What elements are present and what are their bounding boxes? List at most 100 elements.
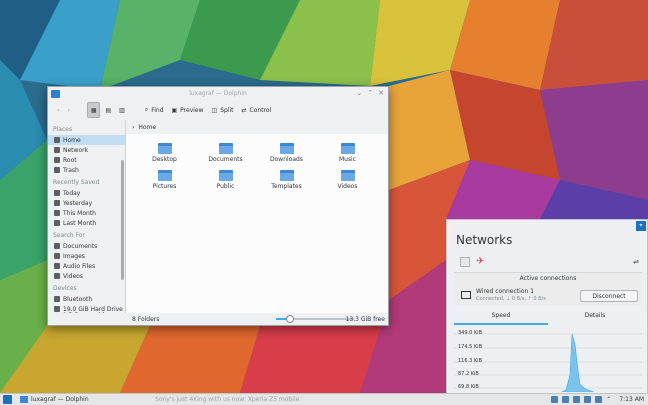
folder-item[interactable]: Downloads bbox=[256, 142, 317, 163]
details-view-button[interactable]: ▥ bbox=[116, 102, 128, 118]
place-icon bbox=[54, 243, 60, 249]
connection-tabs: Speed Details bbox=[454, 312, 642, 325]
places-item[interactable]: Home bbox=[48, 135, 125, 145]
back-button[interactable]: ‹ bbox=[54, 102, 62, 118]
compact-view-icon: ▤ bbox=[105, 106, 112, 114]
places-item[interactable]: Trash bbox=[48, 165, 125, 175]
places-item-label: This Month bbox=[63, 209, 96, 217]
find-label: Find bbox=[151, 106, 164, 114]
places-item-label: Audio Files bbox=[63, 262, 96, 270]
clock[interactable]: 7:13 AM bbox=[619, 396, 644, 403]
places-item[interactable]: Last Month bbox=[48, 218, 125, 228]
folder-item[interactable]: Music bbox=[317, 142, 378, 163]
places-item-label: Videos bbox=[63, 272, 83, 280]
minimize-icon[interactable]: ⌄ bbox=[356, 89, 362, 97]
place-icon bbox=[54, 253, 60, 259]
folder-label: Templates bbox=[271, 183, 302, 190]
places-item[interactable]: Documents bbox=[48, 241, 125, 251]
places-item[interactable]: Root bbox=[48, 155, 125, 165]
task-dolphin[interactable]: luxagraf — Dolphin bbox=[20, 396, 89, 403]
tray-clipboard-icon[interactable] bbox=[551, 396, 559, 403]
tab-details[interactable]: Details bbox=[548, 312, 642, 325]
places-item[interactable]: Audio Files bbox=[48, 261, 125, 271]
places-item[interactable]: Bluetooth bbox=[48, 294, 125, 304]
airplane-mode-icon[interactable]: ✈ bbox=[476, 256, 484, 267]
connection-name: Wired connection 1 bbox=[476, 288, 534, 295]
folder-item[interactable]: Desktop bbox=[134, 142, 195, 163]
folder-item[interactable]: Public bbox=[195, 169, 256, 190]
application-launcher-icon[interactable] bbox=[3, 395, 12, 404]
folder-icon bbox=[218, 169, 233, 181]
window-titlebar[interactable]: luxagraf — Dolphin ⌄ ⌃ ✕ bbox=[48, 87, 388, 100]
places-item-label: Root bbox=[63, 156, 77, 164]
disconnect-button[interactable]: Disconnect bbox=[580, 290, 638, 302]
tray-notifications-icon[interactable] bbox=[595, 396, 603, 403]
breadcrumb[interactable]: › Home bbox=[126, 120, 388, 134]
compact-view-button[interactable]: ▤ bbox=[102, 102, 114, 118]
places-item[interactable]: Network bbox=[48, 145, 125, 155]
zoom-slider[interactable] bbox=[276, 315, 354, 323]
place-icon bbox=[54, 263, 60, 269]
wireless-toggle[interactable] bbox=[460, 256, 470, 267]
places-panel: Places Home Network Root Trash Recently Saved… bbox=[48, 120, 126, 326]
folder-icon bbox=[279, 169, 294, 181]
places-item-label: Yesterday bbox=[63, 199, 93, 207]
news-ticker[interactable]: Sony's just 4King with us now: Xperia Z5… bbox=[155, 396, 299, 403]
places-item-label: Home bbox=[63, 136, 81, 144]
places-group-header: Recently Saved bbox=[53, 179, 100, 186]
pin-icon[interactable]: ⌖ bbox=[636, 221, 646, 231]
tab-speed[interactable]: Speed bbox=[454, 312, 548, 325]
folder-label: Videos bbox=[337, 183, 358, 190]
system-tray: ⌃ 7:13 AM bbox=[551, 396, 644, 403]
breadcrumb-home[interactable]: Home bbox=[138, 124, 156, 131]
tray-network-icon[interactable] bbox=[562, 396, 570, 403]
back-arrow-icon: ‹ bbox=[57, 106, 60, 114]
active-connections-header: Active connections bbox=[519, 275, 577, 282]
places-item[interactable]: Today bbox=[48, 188, 125, 198]
places-item-label: Today bbox=[63, 189, 81, 197]
networks-popup: ⌖ Networks ✈ ⇌ Active connections Wired … bbox=[446, 219, 648, 394]
places-item-label: Trash bbox=[63, 166, 79, 174]
places-item[interactable]: Videos bbox=[48, 271, 125, 281]
networks-title: Networks bbox=[456, 233, 513, 247]
graph-y-label: 174.5 KiB bbox=[458, 344, 483, 350]
places-scrollbar[interactable] bbox=[121, 160, 124, 280]
folder-icon bbox=[20, 396, 28, 403]
icons-view-button[interactable]: ▦ bbox=[86, 102, 101, 118]
control-icon: ⇄ bbox=[241, 106, 247, 114]
preview-button[interactable]: ▣ Preview bbox=[169, 102, 207, 118]
tray-bluetooth-icon[interactable] bbox=[584, 396, 592, 403]
places-item-label: Network bbox=[63, 146, 89, 154]
folder-item[interactable]: Videos bbox=[317, 169, 378, 190]
places-item[interactable]: Yesterday bbox=[48, 198, 125, 208]
folder-item[interactable]: Templates bbox=[256, 169, 317, 190]
folder-count: 8 Folders bbox=[132, 315, 160, 323]
place-icon bbox=[54, 167, 60, 173]
active-connection[interactable]: Active connections Wired connection 1 Co… bbox=[454, 272, 642, 305]
folder-item[interactable]: Documents bbox=[195, 142, 256, 163]
places-group-header: Devices bbox=[53, 285, 77, 292]
forward-arrow-icon: › bbox=[67, 106, 70, 114]
control-button[interactable]: ⇄ Control bbox=[239, 102, 275, 118]
file-view: › Home Desktop Documents Downloads Music Pic… bbox=[126, 120, 388, 314]
place-icon bbox=[54, 147, 60, 153]
places-item[interactable]: This Month bbox=[48, 208, 125, 218]
tray-volume-icon[interactable] bbox=[573, 396, 581, 403]
folder-icon bbox=[157, 169, 172, 181]
places-item[interactable]: Images bbox=[48, 251, 125, 261]
maximize-icon[interactable]: ⌃ bbox=[367, 89, 373, 97]
graph-y-label: 116.3 KiB bbox=[458, 358, 483, 364]
network-settings-icon[interactable]: ⇌ bbox=[633, 258, 639, 266]
folder-item[interactable]: Pictures bbox=[134, 169, 195, 190]
dolphin-window: luxagraf — Dolphin ⌄ ⌃ ✕ ‹ › ▦ ▤ ▥ ⌕ Find… bbox=[47, 86, 389, 326]
forward-button[interactable]: › bbox=[64, 102, 72, 118]
find-button[interactable]: ⌕ Find bbox=[142, 102, 167, 118]
place-icon bbox=[54, 157, 60, 163]
split-button[interactable]: ◫ Split bbox=[209, 102, 237, 118]
tray-expand-icon[interactable]: ⌃ bbox=[606, 396, 611, 403]
folder-icon bbox=[218, 142, 233, 154]
places-group-header: Search For bbox=[53, 232, 85, 239]
close-icon[interactable]: ✕ bbox=[378, 89, 384, 97]
zoom-knob[interactable] bbox=[286, 315, 295, 323]
folder-label: Public bbox=[216, 183, 235, 190]
